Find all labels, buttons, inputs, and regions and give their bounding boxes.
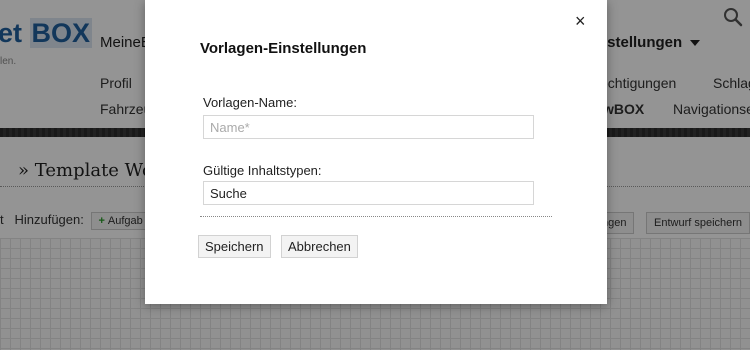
- content-types-input[interactable]: [203, 181, 534, 205]
- template-name-label: Vorlagen-Name:: [203, 95, 297, 110]
- save-button[interactable]: Speichern: [198, 235, 271, 258]
- template-name-input[interactable]: [203, 115, 534, 139]
- cancel-button[interactable]: Abbrechen: [281, 235, 358, 258]
- close-icon[interactable]: ×: [575, 12, 586, 30]
- template-settings-dialog: × Vorlagen-Einstellungen Vorlagen-Name: …: [145, 0, 607, 304]
- dialog-divider: [200, 216, 552, 217]
- content-types-label: Gültige Inhaltstypen:: [203, 163, 322, 178]
- dialog-title: Vorlagen-Einstellungen: [200, 40, 367, 57]
